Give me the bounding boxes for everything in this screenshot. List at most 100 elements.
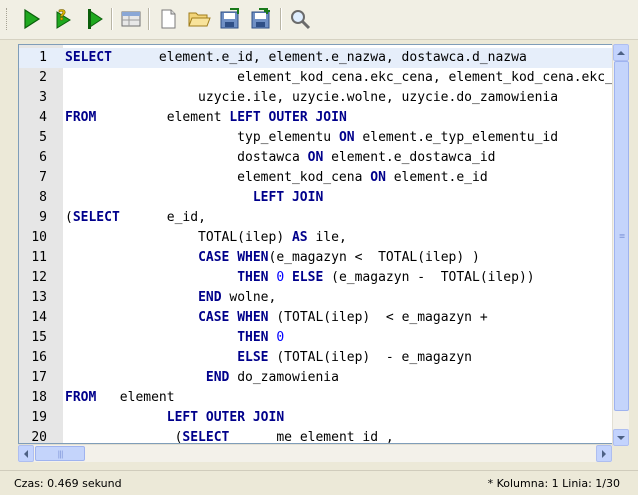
code-text: dostawca <box>65 150 308 165</box>
code-row[interactable]: 17 END do_zamowienia <box>19 368 614 388</box>
code-row[interactable]: 12 THEN 0 ELSE (e_magazyn - TOTAL(ilep)) <box>19 268 614 288</box>
scroll-up-button[interactable] <box>613 44 629 61</box>
code-text: TOTAL(ilep) <box>65 230 292 245</box>
code-text: element.e_typ_elementu_id <box>354 130 559 145</box>
open-folder-icon <box>188 12 211 27</box>
sql-keyword: ON <box>338 130 355 145</box>
code-row[interactable]: 2 element_kod_cena.ekc_cena, element_kod… <box>19 68 615 88</box>
svg-text:?: ? <box>58 8 66 24</box>
run-button[interactable] <box>18 6 44 32</box>
grip-icon: ≡ <box>618 231 626 241</box>
new-file-icon <box>161 9 176 29</box>
sql-keyword: THEN <box>237 270 269 285</box>
code-text: e_id, <box>119 210 206 225</box>
sql-keyword: FROM <box>65 110 97 125</box>
code-text: element_kod_cena <box>65 170 371 185</box>
vertical-scrollbar[interactable]: ≡ <box>612 44 629 446</box>
code-line: TOTAL(ilep) AS ile, <box>65 228 347 248</box>
sql-keyword: AS <box>291 230 308 245</box>
code-text: (e_magazyn < TOTAL(ilep) ) <box>268 250 480 265</box>
sql-keyword: END <box>205 370 230 385</box>
line-number: 5 <box>39 130 47 145</box>
code-text: element.e_id <box>385 170 488 185</box>
toolbar-grip[interactable] <box>6 8 9 30</box>
arrow-left-icon <box>24 449 28 458</box>
toolbar-separator <box>148 8 150 30</box>
code-row[interactable]: 6 dostawca ON element.e_dostawca_id <box>19 148 614 168</box>
search-button[interactable] <box>287 6 313 32</box>
new-file-button[interactable] <box>155 6 181 32</box>
open-folder-button[interactable] <box>186 6 212 32</box>
search-icon <box>291 10 311 30</box>
code-row[interactable]: 3 uzycie.ile, uzycie.wolne, uzycie.do_za… <box>19 88 614 108</box>
arrow-right-icon <box>602 449 606 458</box>
line-number: 4 <box>39 110 47 125</box>
sql-keyword: ON <box>307 150 324 165</box>
code-row[interactable]: 14 CASE WHEN (TOTAL(ilep) < e_magazyn + <box>19 308 614 328</box>
line-number: 8 <box>39 190 47 205</box>
sql-keyword: ON <box>370 170 386 185</box>
code-line: FROM element LEFT OUTER JOIN <box>65 108 347 128</box>
code-line: END wolne, <box>65 288 276 308</box>
code-row[interactable]: 19 LEFT OUTER JOIN <box>19 408 614 428</box>
code-line: LEFT OUTER JOIN <box>65 408 284 428</box>
sql-keyword: END <box>198 290 222 305</box>
sql-keyword: LEFT OUTER JOIN <box>166 410 285 425</box>
arrow-up-icon <box>617 50 625 55</box>
code-line: element_kod_cena ON element.e_id <box>65 168 488 188</box>
code-text: me_element_id , <box>229 430 394 444</box>
code-line: SELECT element.e_id, element.e_nazwa, do… <box>65 48 527 68</box>
code-line: dostawca ON element.e_dostawca_id <box>65 148 495 168</box>
line-number: 17 <box>31 370 47 385</box>
arrow-down-icon <box>617 435 625 440</box>
horizontal-scroll-thumb[interactable]: ||| <box>35 446 85 461</box>
run-step-button[interactable] <box>82 6 108 32</box>
line-number: 9 <box>39 210 47 225</box>
code-row[interactable]: 20 (SELECT me_element_id , <box>19 428 614 444</box>
code-row[interactable]: 9 (SELECT e_id, <box>19 208 614 228</box>
scroll-down-button[interactable] <box>613 429 629 446</box>
code-row[interactable]: 11 CASE WHEN(e_magazyn < TOTAL(ilep) ) <box>19 248 614 268</box>
code-row[interactable]: 7 element_kod_cena ON element.e_id <box>19 168 614 188</box>
line-number: 20 <box>31 430 47 444</box>
line-number: 16 <box>31 350 47 365</box>
code-text: (TOTAL(ilep) - e_magazyn <box>268 350 472 365</box>
sql-number: 0 <box>276 270 285 285</box>
execution-time: Czas: 0.469 sekund <box>14 477 122 490</box>
sql-keyword: CASE WHEN <box>198 310 269 325</box>
code-line: CASE WHEN(e_magazyn < TOTAL(ilep) ) <box>65 248 480 268</box>
code-row[interactable]: 8 LEFT JOIN <box>19 188 614 208</box>
scroll-left-button[interactable] <box>18 445 34 462</box>
save-as-button[interactable] <box>248 6 274 32</box>
line-number: 6 <box>39 150 47 165</box>
code-row[interactable]: 10 TOTAL(ilep) AS ile, <box>19 228 614 248</box>
code-text: element_kod_cena.ekc_cena, element_kod_c… <box>65 70 615 85</box>
code-row[interactable]: 18 FROM element <box>19 388 614 408</box>
code-row[interactable]: 15 THEN 0 <box>19 328 614 348</box>
vertical-scroll-thumb[interactable]: ≡ <box>614 61 629 411</box>
run-explain-button[interactable]: ? <box>50 6 76 32</box>
code-row[interactable]: 13 END wolne, <box>19 288 614 308</box>
line-number: 11 <box>31 250 47 265</box>
code-row[interactable]: 1 SELECT element.e_id, element.e_nazwa, d… <box>19 48 614 68</box>
sql-editor[interactable]: 1 SELECT element.e_id, element.e_nazwa, d… <box>18 44 615 444</box>
grid-view-button[interactable] <box>118 6 144 32</box>
code-row[interactable]: 4 FROM element LEFT OUTER JOIN <box>19 108 614 128</box>
code-line: CASE WHEN (TOTAL(ilep) < e_magazyn + <box>65 308 496 328</box>
horizontal-scrollbar[interactable]: ||| <box>18 444 612 462</box>
code-line: uzycie.ile, uzycie.wolne, uzycie.do_zamo… <box>65 88 558 108</box>
grid-view-icon <box>121 11 141 27</box>
line-number: 7 <box>39 170 47 185</box>
line-number: 1 <box>39 50 47 65</box>
scroll-right-button[interactable] <box>596 445 612 462</box>
code-row[interactable]: 5 typ_elementu ON element.e_typ_elementu… <box>19 128 614 148</box>
sql-keyword: THEN <box>237 330 269 345</box>
code-row[interactable]: 16 ELSE (TOTAL(ilep) - e_magazyn <box>19 348 614 368</box>
save-button[interactable] <box>217 6 243 32</box>
